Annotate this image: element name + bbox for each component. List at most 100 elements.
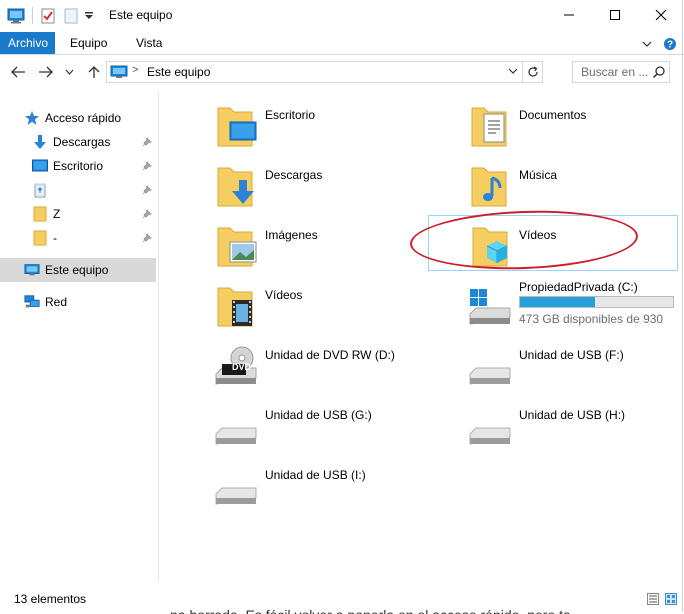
folder-icon (32, 206, 48, 222)
drive-tile-f[interactable]: Unidad de USB (F:) (465, 342, 684, 398)
folder-tile-documentos[interactable]: Documentos (465, 102, 684, 158)
drive-label: Unidad de USB (F:) (519, 348, 624, 362)
tab-vista[interactable]: Vista (128, 32, 170, 54)
desktop-icon (32, 158, 48, 174)
folder-label: Vídeos (265, 288, 303, 302)
folder-label: Escritorio (265, 108, 316, 122)
customize-toolbar-icon[interactable] (82, 6, 96, 26)
drive-label: Unidad de USB (I:) (265, 468, 366, 482)
forward-button[interactable] (36, 63, 56, 81)
file-explorer-window: Este equipo Archivo Equipo Vista ? > Est… (0, 0, 684, 614)
pin-icon[interactable] (142, 208, 152, 222)
dvd-badge: DVD (232, 362, 252, 372)
folder-label: Imágenes (265, 228, 318, 242)
back-button[interactable] (8, 63, 28, 81)
search-box[interactable]: Buscar en ... (572, 61, 670, 83)
nav-item-escritorio[interactable]: Escritorio (0, 154, 156, 178)
folder-tile-escritorio[interactable]: Escritorio (211, 102, 461, 158)
usb-drive-icon (465, 342, 515, 392)
videos-folder-icon (211, 282, 261, 332)
pictures-folder-icon (211, 222, 261, 272)
drive-usage-bar (519, 296, 674, 308)
usb-drive-icon (465, 402, 515, 452)
new-folder-icon[interactable] (62, 6, 80, 26)
this-pc-icon (24, 262, 40, 278)
this-pc-icon (110, 64, 128, 83)
drive-tile-g[interactable]: Unidad de USB (G:) (211, 402, 461, 458)
drive-tile-i[interactable]: Unidad de USB (I:) (211, 462, 461, 518)
folder-tile-musica[interactable]: Música (465, 162, 684, 218)
drive-label: Unidad de DVD RW (D:) (265, 348, 395, 362)
folder-tile-videos[interactable]: Vídeos (211, 282, 461, 338)
svg-text:?: ? (667, 40, 673, 51)
nav-item-label: Descargas (53, 135, 111, 149)
pin-icon[interactable] (142, 184, 152, 198)
title-separator (32, 7, 33, 24)
help-icon[interactable]: ? (662, 36, 678, 52)
nav-this-pc-label: Este equipo (45, 263, 109, 277)
recycle-bin-icon (32, 182, 48, 198)
folder-label: Música (519, 168, 558, 182)
ribbon-tabs: Archivo Equipo Vista ? (0, 32, 684, 55)
nav-item-label: Escritorio (53, 159, 104, 173)
download-icon (32, 134, 48, 150)
nav-item-label: Z (53, 207, 61, 221)
nav-item-recycle-bin[interactable] (0, 178, 156, 202)
up-button[interactable] (84, 63, 104, 81)
refresh-button[interactable] (522, 62, 542, 82)
nav-this-pc[interactable]: Este equipo (0, 258, 156, 282)
recent-locations-icon[interactable] (62, 63, 76, 81)
nav-quick-access[interactable]: Acceso rápido (0, 106, 156, 130)
usb-drive-icon (211, 402, 261, 452)
maximize-button[interactable] (592, 0, 638, 30)
network-icon (24, 294, 40, 310)
nav-item-descargas[interactable]: Descargas (0, 130, 156, 154)
nav-network[interactable]: Red (0, 290, 156, 314)
nav-item-z[interactable]: Z (0, 202, 156, 226)
search-input[interactable]: Buscar en ... (581, 65, 648, 79)
folder-label: Documentos (519, 108, 587, 122)
drive-label: PropiedadPrivada (C:) (519, 280, 638, 294)
navigation-pane: Acceso rápido Descargas Escritorio Z - E… (0, 92, 158, 582)
tab-equipo[interactable]: Equipo (62, 32, 115, 54)
nav-network-label: Red (45, 295, 68, 309)
window-frame (682, 0, 683, 612)
folder-label: Descargas (265, 168, 323, 182)
nav-item-label: - (53, 231, 57, 245)
close-button[interactable] (638, 0, 684, 30)
nav-item-dash[interactable]: - (0, 226, 156, 250)
item-count: 13 elementos (14, 592, 87, 606)
properties-icon[interactable] (38, 6, 58, 26)
breadcrumb-location[interactable]: Este equipo (147, 65, 210, 79)
drive-tile-d[interactable]: DVD Unidad de DVD RW (D:) (211, 342, 461, 398)
window-title: Este equipo (109, 8, 173, 22)
background-article-text: na borrado. Es fácil volver a ponerla en… (170, 603, 680, 614)
ribbon-expand-icon[interactable] (640, 36, 654, 52)
star-icon (24, 110, 40, 126)
desktop-folder-icon (211, 102, 261, 152)
minimize-button[interactable] (546, 0, 592, 30)
pin-icon[interactable] (142, 160, 152, 174)
tab-archivo[interactable]: Archivo (0, 32, 55, 54)
drive-tile-c[interactable]: PropiedadPrivada (C:) 473 GB disponibles… (465, 280, 684, 338)
address-dropdown-icon[interactable] (508, 65, 518, 80)
search-icon[interactable] (652, 65, 666, 82)
drive-free-space: 473 GB disponibles de 930 (519, 312, 664, 326)
pin-icon[interactable] (142, 232, 152, 246)
pin-icon[interactable] (142, 136, 152, 150)
drive-label: Unidad de USB (G:) (265, 408, 372, 422)
pane-divider[interactable] (158, 92, 159, 582)
windows-drive-icon (465, 282, 515, 332)
drive-usage-fill (520, 297, 595, 307)
drive-label: Unidad de USB (H:) (519, 408, 626, 422)
computer-icon[interactable] (6, 6, 26, 26)
downloads-folder-icon (211, 162, 261, 212)
address-bar[interactable]: > Este equipo (106, 61, 543, 83)
folder-icon (32, 230, 48, 246)
drive-tile-h[interactable]: Unidad de USB (H:) (465, 402, 684, 458)
usb-drive-icon (211, 462, 261, 512)
title-bar: Este equipo (0, 0, 684, 32)
folder-tile-descargas[interactable]: Descargas (211, 162, 461, 218)
documents-folder-icon (465, 102, 515, 152)
music-folder-icon (465, 162, 515, 212)
